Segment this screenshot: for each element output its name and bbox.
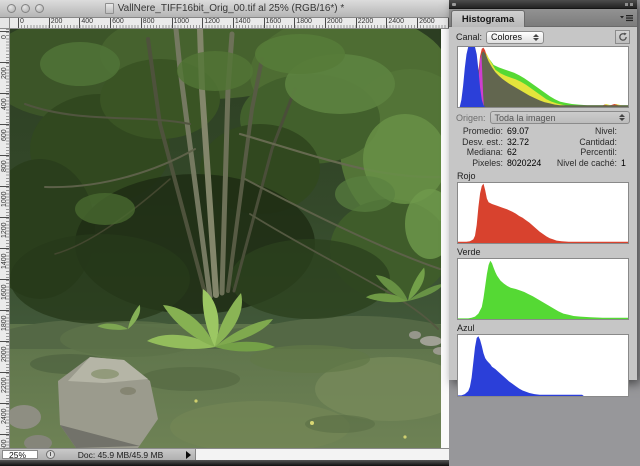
channel-select[interactable]: Colores <box>486 30 545 44</box>
hist-layer-red-channel <box>458 183 628 243</box>
dock-grip-icon <box>452 3 456 6</box>
hist-layer-green-channel <box>458 260 628 319</box>
document-size-info: Doc: 45.9 MB/45.9 MB <box>77 449 164 460</box>
zoom-button[interactable] <box>35 4 44 13</box>
section-label-rojo: Rojo <box>457 171 476 181</box>
document-title: VallNere_TIFF16bit_Orig_00.tif al 25% (R… <box>117 3 345 14</box>
stats-column-right: Nivel: Cantidad: Percentil: Nivel de caché:… <box>556 126 626 168</box>
top-ruler[interactable]: 0 200 400 600 800 1000 1200 1400 1600 1800 2000 220… <box>10 18 449 29</box>
minimize-button[interactable] <box>21 4 30 13</box>
window-controls <box>7 4 44 13</box>
histogram-verde <box>457 258 629 320</box>
refresh-icon <box>618 32 627 41</box>
source-select[interactable]: Toda la imagen <box>489 111 630 124</box>
collapse-to-icons-button[interactable] <box>625 3 633 6</box>
popup-arrows-icon <box>619 114 625 121</box>
status-bar: 25% Doc: 45.9 MB/45.9 MB <box>0 448 449 460</box>
desktop-background: VallNere_TIFF16bit_Orig_00.tif al 25% (R… <box>0 0 640 466</box>
tab-histograma[interactable]: Histograma <box>451 10 525 27</box>
refresh-histogram-button[interactable] <box>615 30 630 44</box>
panel-tab-bar: Histograma <box>449 9 637 27</box>
document-icon <box>104 3 114 14</box>
document-window: VallNere_TIFF16bit_Orig_00.tif al 25% (R… <box>0 0 449 466</box>
panel-menu-icon[interactable] <box>620 14 633 22</box>
clock-icon <box>46 450 55 459</box>
photo-image <box>10 29 441 448</box>
histogram-azul <box>457 334 629 397</box>
channel-label: Canal: <box>456 32 483 42</box>
histogram-rojo <box>457 182 629 244</box>
canvas-area[interactable] <box>10 29 449 448</box>
left-ruler[interactable]: 0 200 400 600 800 1000 1200 1400 1600 1800 2000 220… <box>0 29 10 448</box>
popup-arrows-icon <box>533 33 540 41</box>
section-label-verde: Verde <box>457 247 481 257</box>
document-titlebar[interactable]: VallNere_TIFF16bit_Orig_00.tif al 25% (R… <box>0 0 449 18</box>
source-label: Origen: <box>456 112 486 123</box>
window-bottom-edge <box>0 460 449 466</box>
close-button[interactable] <box>7 4 16 13</box>
zoom-level-input[interactable]: 25% <box>2 450 38 460</box>
histogram-colores <box>457 46 629 108</box>
histogram-panel: Histograma Canal: Colores Origen: Toda l… <box>449 0 637 397</box>
panel-dock-bar[interactable] <box>449 0 637 9</box>
section-label-azul: Azul <box>457 323 475 333</box>
stats-column-left: Promedio: 69.07 Desv. est.: 32.72 Mediana: 62… <box>462 126 542 168</box>
hist-layer-blue-channel <box>458 336 628 396</box>
histogram-statistics: Promedio: 69.07 Desv. est.: 32.72 Mediana: 62… <box>457 126 629 168</box>
ruler-corner[interactable] <box>0 18 10 29</box>
status-flyout-button[interactable] <box>186 450 191 459</box>
